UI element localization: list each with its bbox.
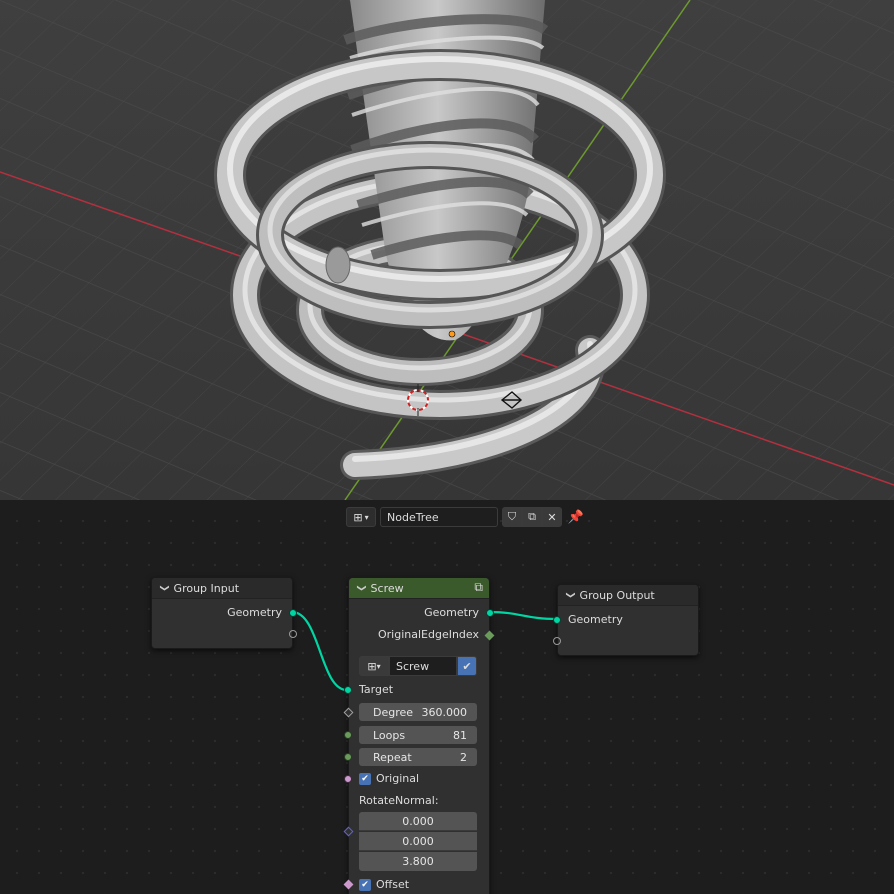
node-group-selector[interactable]: ⊞ ▾ Screw ✔ (359, 656, 477, 676)
loops-input-socket[interactable] (344, 731, 352, 739)
node-group-output[interactable]: ❯ Group Output Geometry (553, 584, 699, 656)
rotate-normal-label: RotateNormal: (359, 794, 439, 807)
node-group-input[interactable]: ❯ Group Input Geometry (151, 577, 297, 649)
empty-output-socket[interactable] (289, 630, 297, 638)
node-editor[interactable]: ⊞ ▾ NodeTree ⛉ ⧉ ✕ 📌 ❯ Group Input Geomet… (0, 500, 894, 894)
repeat-label: Repeat (373, 750, 412, 764)
node-header[interactable]: ❯ Group Output (558, 585, 698, 606)
repeat-value: 2 (460, 750, 467, 764)
object-origin-icon[interactable] (448, 330, 456, 338)
loops-field[interactable]: Loops 81 (359, 726, 477, 744)
original-checkbox-row[interactable]: ✔ Original (359, 771, 419, 787)
rotate-normal-y-field[interactable]: 0.000 (359, 832, 477, 851)
chevron-down-icon[interactable]: ❯ (356, 584, 366, 592)
degree-label: Degree (373, 705, 414, 719)
repeat-field[interactable]: Repeat 2 (359, 748, 477, 766)
empty-input-socket[interactable] (553, 637, 561, 645)
output-label: Geometry (227, 606, 282, 619)
node-tree-icon: ⊞ (367, 659, 377, 673)
node-header[interactable]: ❯ Screw ⧉ (349, 578, 489, 599)
loops-label: Loops (373, 728, 406, 742)
degree-field[interactable]: Degree 360.000 (359, 703, 477, 721)
node-group-name-field[interactable]: Screw (389, 656, 457, 676)
target-input-socket[interactable] (344, 686, 352, 694)
node-title: Screw (370, 581, 404, 595)
chevron-down-icon[interactable]: ❯ (159, 584, 169, 592)
original-input-socket[interactable] (344, 775, 352, 783)
offset-checkbox-row[interactable]: ✔ Offset (359, 877, 409, 893)
node-header[interactable]: ❯ Group Input (152, 578, 292, 599)
node-group-icon[interactable]: ⧉ (474, 580, 483, 595)
geometry-output-socket[interactable] (486, 609, 494, 617)
viewport-scene[interactable] (0, 0, 894, 500)
geometry-output-socket[interactable] (289, 609, 297, 617)
node-screw[interactable]: ❯ Screw ⧉ Geometry OriginalEdgeIndex ⊞ ▾ … (343, 577, 495, 894)
original-label: Original (376, 772, 420, 785)
node-title: Group Input (173, 581, 240, 595)
node-title: Group Output (579, 588, 655, 602)
3d-viewport[interactable] (0, 0, 894, 500)
input-label: Target (359, 683, 394, 696)
output-label: OriginalEdgeIndex (377, 628, 479, 641)
repeat-input-socket[interactable] (344, 753, 352, 761)
chevron-down-icon[interactable]: ❯ (565, 591, 575, 599)
degree-value: 360.000 (421, 705, 468, 719)
fake-user-shield-icon[interactable]: ✔ (457, 656, 477, 676)
geometry-input-socket[interactable] (553, 616, 561, 624)
output-label: Geometry (424, 606, 479, 619)
offset-label: Offset (376, 878, 410, 891)
link-groupinput-to-screw[interactable] (291, 610, 348, 692)
checkbox-checked-icon[interactable]: ✔ (359, 879, 371, 891)
chevron-down-icon: ▾ (376, 661, 381, 671)
checkbox-checked-icon[interactable]: ✔ (359, 773, 371, 785)
node-group-browse-button[interactable]: ⊞ ▾ (359, 656, 389, 676)
link-screw-to-groupoutput[interactable] (488, 610, 558, 621)
rotate-normal-x-field[interactable]: 0.000 (359, 812, 477, 831)
input-label: Geometry (568, 613, 623, 626)
loops-value: 81 (453, 728, 467, 742)
rotate-normal-z-field[interactable]: 3.800 (359, 852, 477, 871)
